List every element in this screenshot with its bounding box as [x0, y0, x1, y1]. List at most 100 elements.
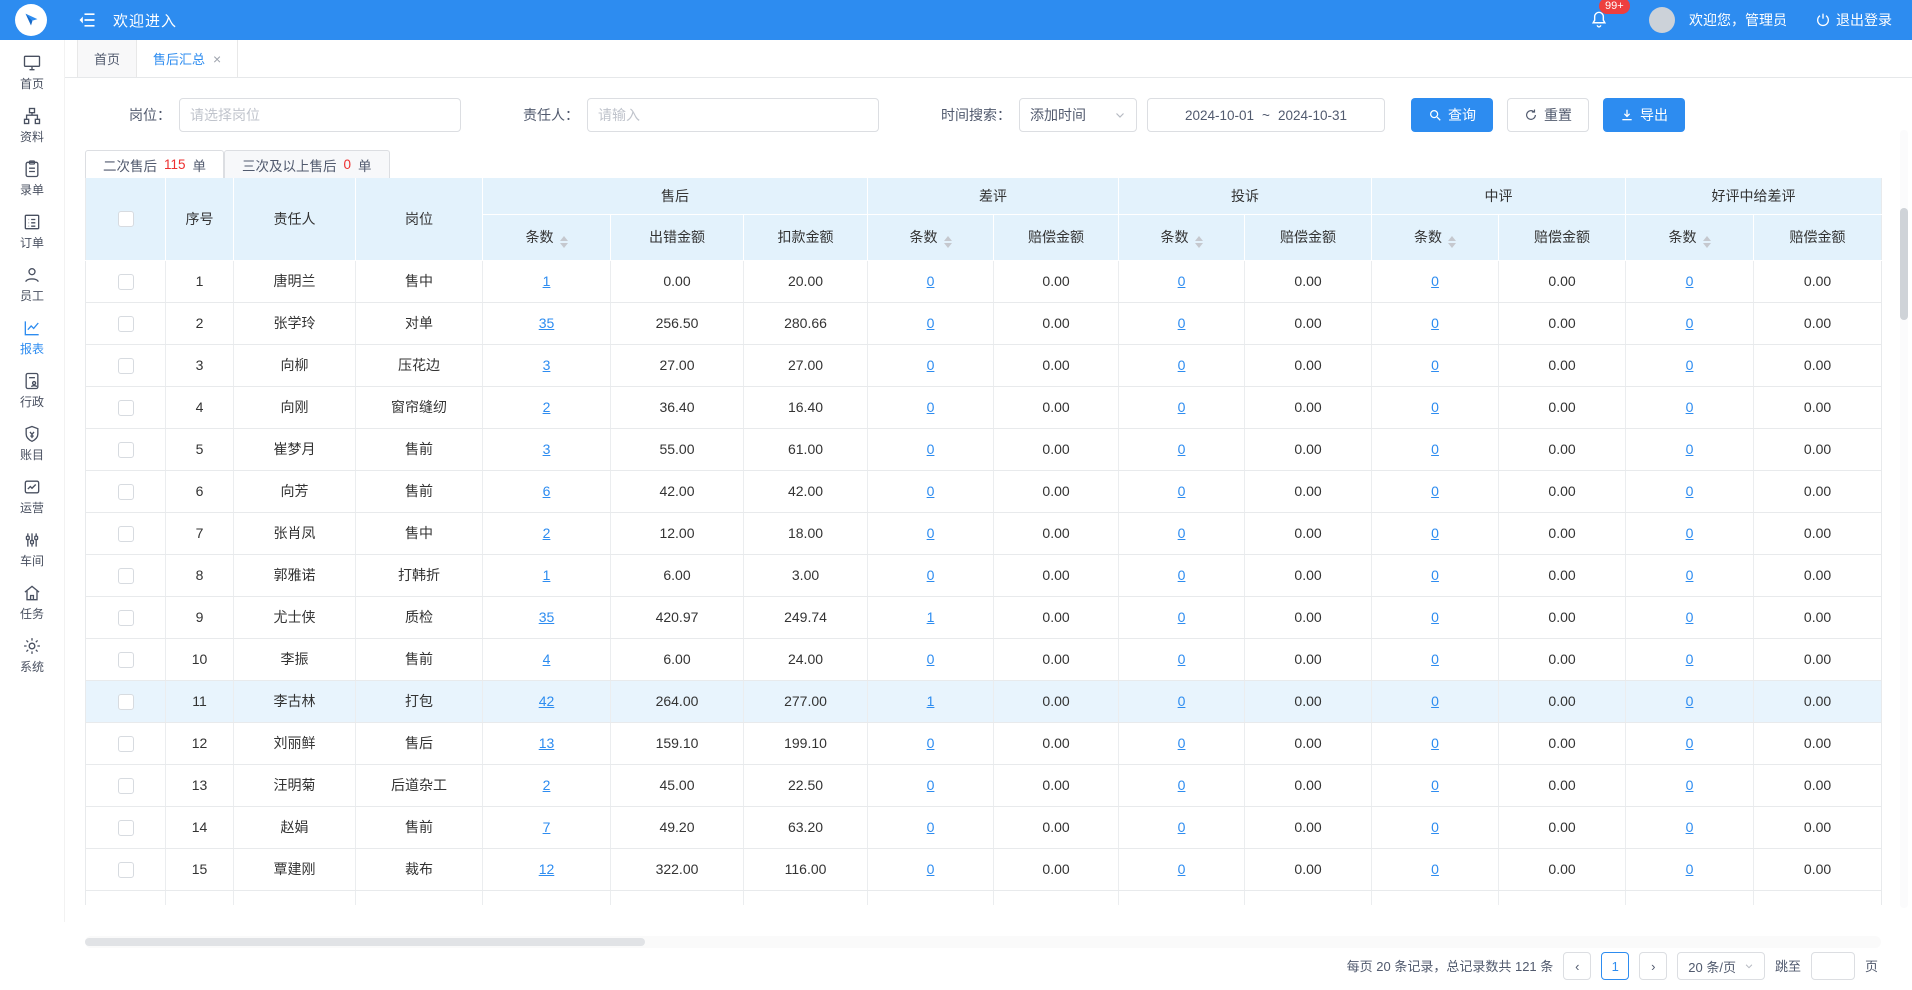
count-link[interactable]: 0: [1431, 273, 1439, 289]
reset-button[interactable]: 重置: [1507, 98, 1589, 132]
count-link[interactable]: 0: [927, 399, 935, 415]
post-filter-input[interactable]: [190, 107, 450, 123]
count-link[interactable]: 3: [543, 441, 551, 457]
count-link[interactable]: 0: [1178, 525, 1186, 541]
count-link[interactable]: 0: [927, 441, 935, 457]
row-checkbox[interactable]: [118, 778, 134, 794]
row-checkbox[interactable]: [118, 652, 134, 668]
person-filter-input[interactable]: [598, 107, 868, 123]
count-link[interactable]: 0: [1686, 735, 1694, 751]
column-header-投诉-条数[interactable]: 条数: [1119, 214, 1245, 260]
count-link[interactable]: 0: [1686, 399, 1694, 415]
count-link[interactable]: 0: [1686, 651, 1694, 667]
count-link[interactable]: 35: [539, 609, 555, 625]
count-link[interactable]: 0: [1431, 861, 1439, 877]
column-header-售后-条数[interactable]: 条数: [483, 214, 611, 260]
row-checkbox[interactable]: [118, 358, 134, 374]
count-link[interactable]: 0: [1686, 609, 1694, 625]
next-page-button[interactable]: ›: [1639, 952, 1667, 980]
count-link[interactable]: 0: [927, 777, 935, 793]
date-range-input[interactable]: 2024-10-01 ~ 2024-10-31: [1147, 98, 1385, 132]
count-link[interactable]: 0: [1686, 861, 1694, 877]
count-link[interactable]: 0: [1178, 861, 1186, 877]
count-link[interactable]: 0: [1686, 441, 1694, 457]
horizontal-scrollbar[interactable]: [85, 936, 1881, 948]
count-link[interactable]: 0: [1686, 483, 1694, 499]
count-link[interactable]: 0: [1686, 273, 1694, 289]
row-checkbox[interactable]: [118, 862, 134, 878]
count-link[interactable]: 4: [543, 651, 551, 667]
sidebar-item-系统[interactable]: 系统: [0, 629, 64, 682]
export-button[interactable]: 导出: [1603, 98, 1685, 132]
current-page-button[interactable]: 1: [1601, 952, 1629, 980]
count-link[interactable]: 0: [1431, 357, 1439, 373]
count-link[interactable]: 1: [543, 567, 551, 583]
sidebar-item-员工[interactable]: 员工: [0, 258, 64, 311]
count-link[interactable]: 3: [543, 357, 551, 373]
count-link[interactable]: 0: [1431, 567, 1439, 583]
sort-caret-icon[interactable]: [1448, 236, 1456, 248]
logout-button[interactable]: 退出登录: [1815, 10, 1892, 30]
count-link[interactable]: 0: [1686, 693, 1694, 709]
count-link[interactable]: 0: [927, 651, 935, 667]
count-link[interactable]: 0: [1431, 609, 1439, 625]
page-size-select[interactable]: 20 条/页: [1677, 952, 1765, 980]
avatar[interactable]: [1649, 7, 1675, 33]
row-checkbox[interactable]: [118, 316, 134, 332]
notification-bell-icon[interactable]: 99+: [1589, 9, 1609, 32]
row-checkbox[interactable]: [118, 694, 134, 710]
count-link[interactable]: 1: [927, 609, 935, 625]
count-link[interactable]: 13: [539, 735, 555, 751]
count-link[interactable]: 0: [927, 315, 935, 331]
sidebar-item-账目[interactable]: 账目: [0, 417, 64, 470]
sort-caret-icon[interactable]: [944, 236, 952, 248]
vertical-scrollbar-thumb[interactable]: [1900, 208, 1908, 320]
count-link[interactable]: 0: [1178, 483, 1186, 499]
count-link[interactable]: 1: [927, 693, 935, 709]
sort-caret-icon[interactable]: [560, 236, 568, 248]
row-checkbox[interactable]: [118, 274, 134, 290]
count-link[interactable]: 0: [927, 357, 935, 373]
count-link[interactable]: 0: [1431, 441, 1439, 457]
row-checkbox[interactable]: [118, 610, 134, 626]
count-link[interactable]: 42: [539, 693, 555, 709]
count-link[interactable]: 0: [1431, 735, 1439, 751]
count-link[interactable]: 35: [539, 315, 555, 331]
count-link[interactable]: 0: [1178, 567, 1186, 583]
count-link[interactable]: 0: [1686, 357, 1694, 373]
count-link[interactable]: 0: [1431, 315, 1439, 331]
sidebar-item-车间[interactable]: 车间: [0, 523, 64, 576]
row-checkbox[interactable]: [118, 400, 134, 416]
count-link[interactable]: 0: [1686, 525, 1694, 541]
sort-caret-icon[interactable]: [1703, 236, 1711, 248]
row-checkbox[interactable]: [118, 442, 134, 458]
subtab-三次及以上售后[interactable]: 三次及以上售后0单: [224, 150, 390, 178]
count-link[interactable]: 7: [543, 819, 551, 835]
row-checkbox[interactable]: [118, 820, 134, 836]
count-link[interactable]: 2: [543, 525, 551, 541]
sidebar-item-行政[interactable]: 行政: [0, 364, 64, 417]
column-header-好评中给差评-条数[interactable]: 条数: [1626, 214, 1754, 260]
count-link[interactable]: 0: [1178, 819, 1186, 835]
select-all-checkbox[interactable]: [118, 211, 134, 227]
tab-close-icon[interactable]: ×: [213, 51, 221, 67]
vertical-scrollbar[interactable]: [1900, 130, 1908, 908]
time-type-select[interactable]: 添加时间: [1019, 98, 1137, 132]
count-link[interactable]: 0: [1178, 441, 1186, 457]
row-checkbox[interactable]: [118, 484, 134, 500]
count-link[interactable]: 0: [1431, 399, 1439, 415]
column-header-中评-条数[interactable]: 条数: [1372, 214, 1499, 260]
count-link[interactable]: 0: [1431, 777, 1439, 793]
count-link[interactable]: 0: [927, 567, 935, 583]
sidebar-item-运营[interactable]: 运营: [0, 470, 64, 523]
sidebar-item-资料[interactable]: 资料: [0, 99, 64, 152]
count-link[interactable]: 0: [1178, 315, 1186, 331]
sidebar-item-录单[interactable]: 录单: [0, 152, 64, 205]
tab-首页[interactable]: 首页: [77, 40, 137, 77]
horizontal-scrollbar-thumb[interactable]: [85, 938, 645, 946]
count-link[interactable]: 2: [543, 777, 551, 793]
jump-to-input[interactable]: [1811, 952, 1855, 980]
sidebar-item-报表[interactable]: 报表: [0, 311, 64, 364]
count-link[interactable]: 0: [927, 483, 935, 499]
count-link[interactable]: 2: [543, 399, 551, 415]
